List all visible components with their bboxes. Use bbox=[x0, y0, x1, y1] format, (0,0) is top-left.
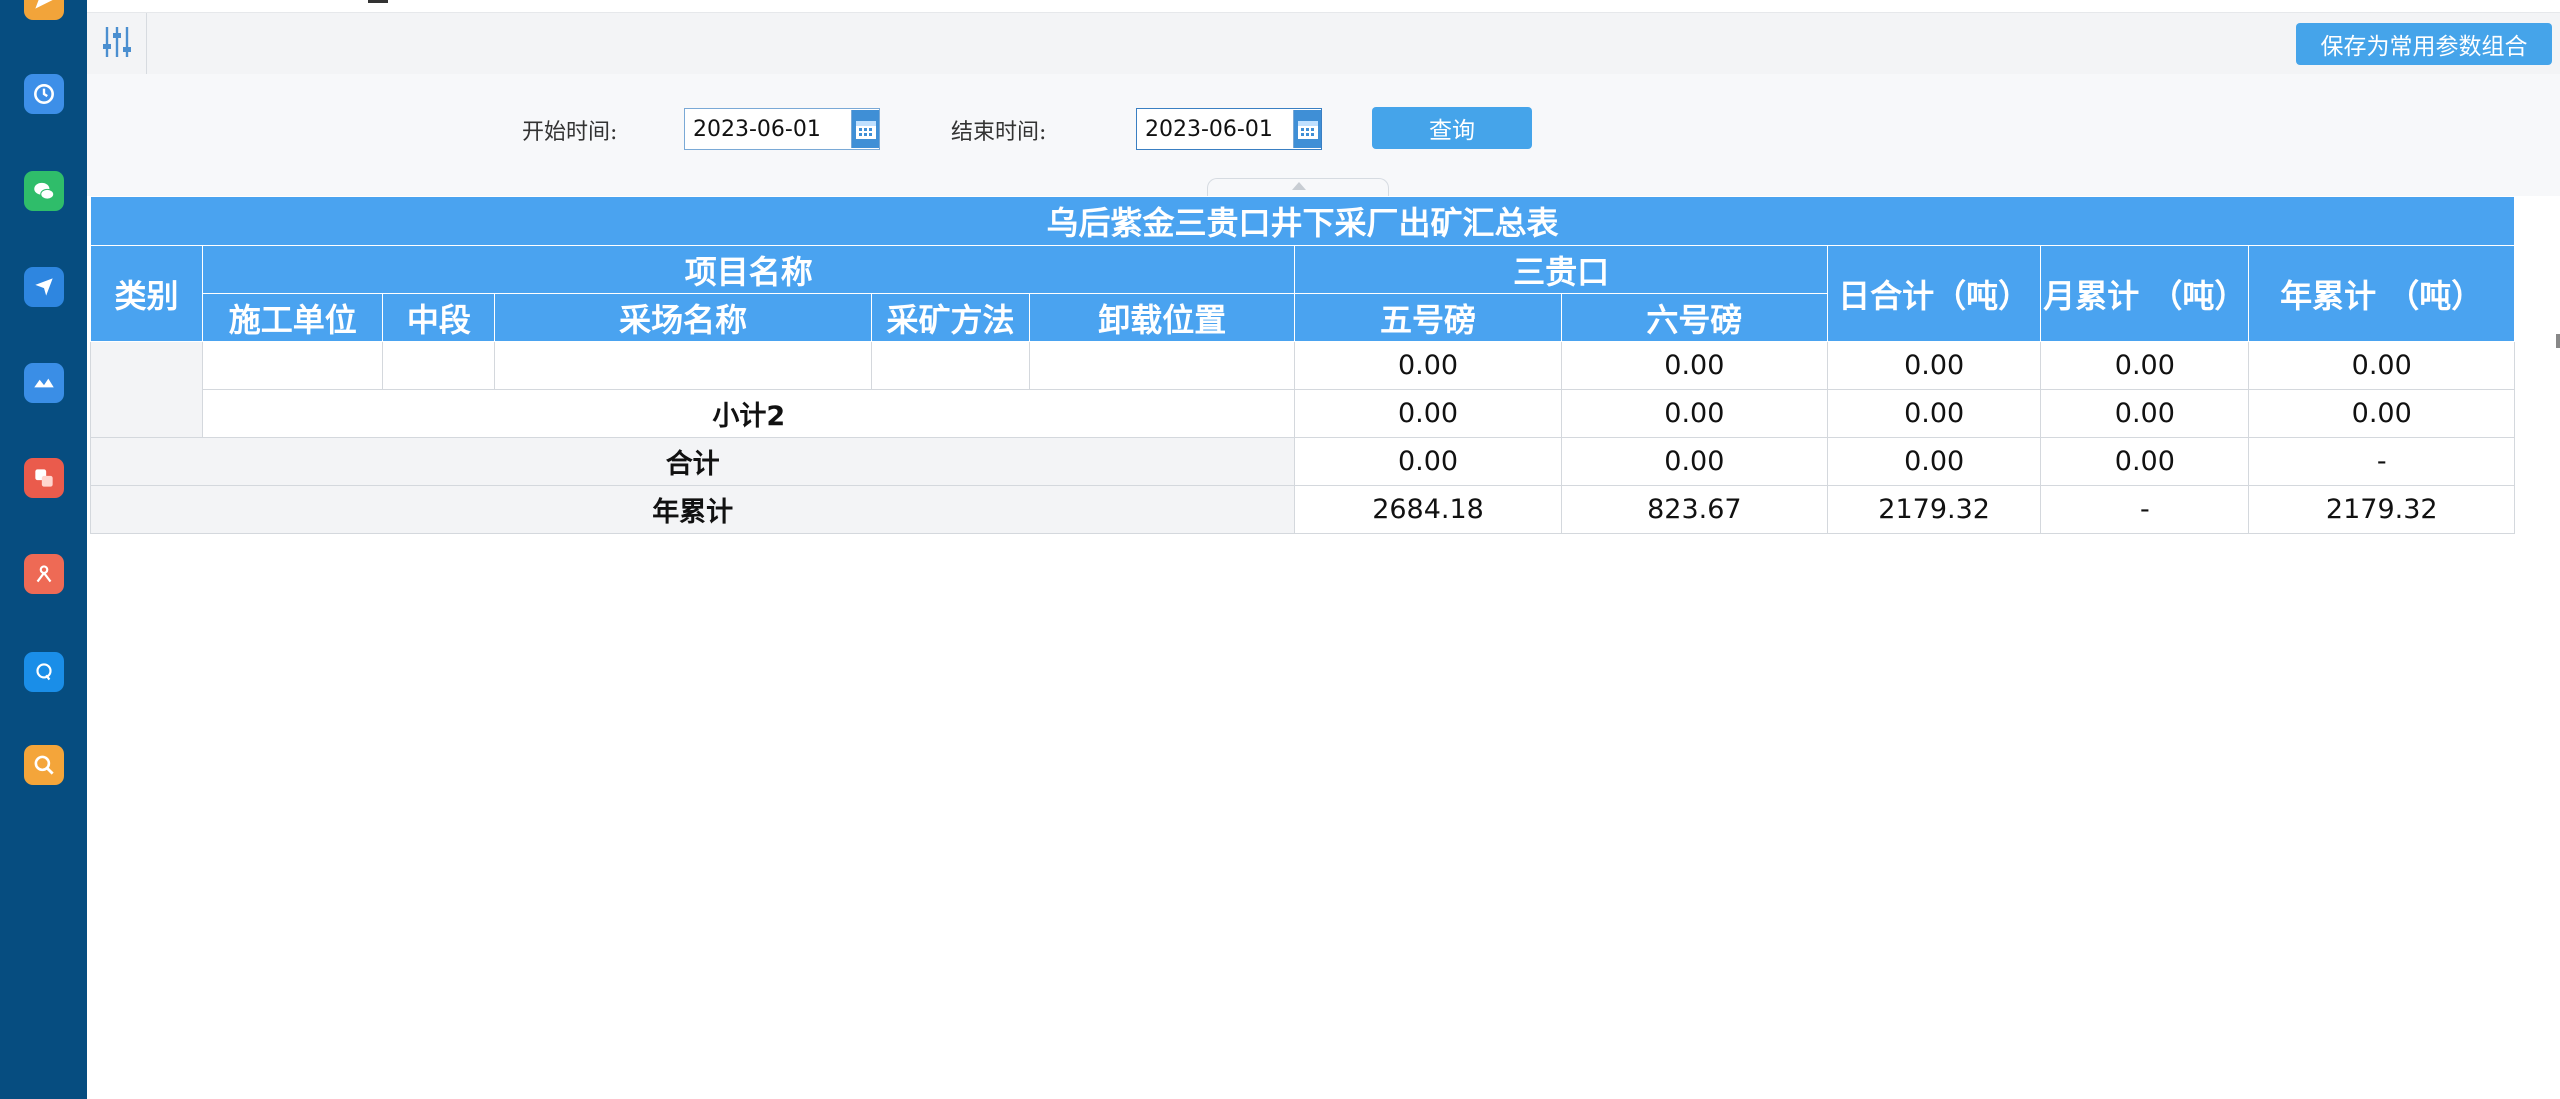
daily-total-cell: 0.00 bbox=[1826, 341, 2042, 390]
top-mark bbox=[368, 0, 388, 3]
mining-method-cell bbox=[870, 341, 1031, 390]
filter-area: 开始时间: 结束时间: 查询 bbox=[87, 74, 2560, 197]
monthly-total-cell: 0.00 bbox=[2040, 389, 2250, 438]
daily-total-cell: 0.00 bbox=[1826, 437, 2042, 486]
header-stope-name: 采场名称 bbox=[494, 293, 872, 342]
translate-icon[interactable] bbox=[24, 458, 64, 498]
end-date-field bbox=[1136, 108, 1322, 150]
scale-6-cell: 0.00 bbox=[1560, 437, 1829, 486]
subtotal-row: 小计2 0.00 0.00 0.00 0.00 0.00 bbox=[91, 389, 2515, 438]
table-row: 0.00 0.00 0.00 0.00 0.00 bbox=[89, 341, 2515, 438]
stope-name-cell bbox=[494, 341, 872, 390]
construction-unit-cell bbox=[202, 341, 384, 390]
start-date-input[interactable] bbox=[685, 111, 851, 147]
q-icon[interactable] bbox=[24, 652, 64, 692]
monthly-total-cell: 0.00 bbox=[2040, 437, 2250, 486]
end-date-input[interactable] bbox=[1137, 111, 1293, 147]
category-cell bbox=[89, 341, 204, 438]
collapse-filter-handle[interactable] bbox=[1207, 178, 1389, 197]
parameters-button[interactable] bbox=[87, 13, 147, 74]
scale-5-cell: 0.00 bbox=[1294, 437, 1562, 486]
sliders-icon bbox=[100, 24, 134, 64]
query-button[interactable]: 查询 bbox=[1372, 107, 1532, 149]
calendar-icon[interactable] bbox=[1293, 110, 1321, 148]
unload-position-cell bbox=[1029, 341, 1296, 390]
top-strip bbox=[87, 0, 2560, 12]
toolbar: 保存为常用参数组合 bbox=[87, 12, 2560, 75]
yearly-total-cell: - bbox=[2248, 437, 2515, 486]
navigation-icon[interactable] bbox=[24, 267, 64, 307]
header-mid-section: 中段 bbox=[382, 293, 496, 342]
clock-icon[interactable] bbox=[24, 74, 64, 114]
start-time-label: 开始时间: bbox=[522, 120, 618, 145]
daily-total-cell: 2179.32 bbox=[1826, 485, 2042, 534]
header-monthly-total: 月累计 （吨） bbox=[2040, 245, 2250, 342]
send-icon[interactable] bbox=[24, 0, 64, 20]
save-combo-button[interactable]: 保存为常用参数组合 bbox=[2296, 23, 2552, 65]
mid-section-cell bbox=[382, 341, 496, 390]
year-total-row: 年累计 2684.18 823.67 2179.32 - 2179.32 bbox=[89, 485, 2515, 534]
yearly-total-cell: 0.00 bbox=[2248, 389, 2515, 438]
header-scale-5: 五号磅 bbox=[1294, 293, 1562, 342]
report-table: 乌后紫金三贵口井下采厂出矿汇总表 类别 项目名称 三贵口 日合计（吨） 月累计 … bbox=[89, 196, 2515, 534]
yearly-total-cell: 2179.32 bbox=[2248, 485, 2515, 534]
scale-6-cell: 823.67 bbox=[1560, 485, 1829, 534]
scale-6-cell: 0.00 bbox=[1560, 389, 1829, 438]
header-sanguikou: 三贵口 bbox=[1294, 245, 1828, 294]
header-yearly-total: 年累计 （吨） bbox=[2248, 245, 2515, 342]
start-date-field bbox=[684, 108, 880, 150]
subtotal-label: 小计2 bbox=[202, 389, 1296, 438]
calendar-icon[interactable] bbox=[851, 110, 879, 148]
scale-5-cell: 0.00 bbox=[1294, 389, 1562, 438]
header-unload-position: 卸载位置 bbox=[1029, 293, 1296, 342]
total-label: 合计 bbox=[89, 437, 1296, 486]
scroll-marker bbox=[2556, 334, 2560, 348]
report-title: 乌后紫金三贵口井下采厂出矿汇总表 bbox=[90, 196, 2515, 246]
wechat-icon[interactable] bbox=[24, 171, 64, 211]
pdf-icon[interactable] bbox=[24, 554, 64, 594]
search-icon[interactable] bbox=[24, 745, 64, 785]
monthly-total-cell: - bbox=[2040, 485, 2250, 534]
yearly-total-cell: 0.00 bbox=[2248, 341, 2515, 390]
header-scale-6: 六号磅 bbox=[1560, 293, 1829, 342]
scale-5-cell: 2684.18 bbox=[1294, 485, 1562, 534]
total-row: 合计 0.00 0.00 0.00 0.00 - bbox=[89, 437, 2515, 486]
end-time-label: 结束时间: bbox=[951, 120, 1047, 145]
left-dock bbox=[0, 0, 87, 1099]
header-construction-unit: 施工单位 bbox=[202, 293, 384, 342]
daily-total-cell: 0.00 bbox=[1826, 389, 2042, 438]
scale-5-cell: 0.00 bbox=[1294, 341, 1562, 390]
scale-6-cell: 0.00 bbox=[1560, 341, 1829, 390]
header-category: 类别 bbox=[89, 245, 204, 342]
header-project-name: 项目名称 bbox=[202, 245, 1296, 294]
monthly-total-cell: 0.00 bbox=[2040, 341, 2250, 390]
year-total-label: 年累计 bbox=[89, 485, 1296, 534]
cloud-icon[interactable] bbox=[24, 363, 64, 403]
header-daily-total: 日合计（吨） bbox=[1826, 245, 2042, 342]
header-mining-method: 采矿方法 bbox=[870, 293, 1031, 342]
